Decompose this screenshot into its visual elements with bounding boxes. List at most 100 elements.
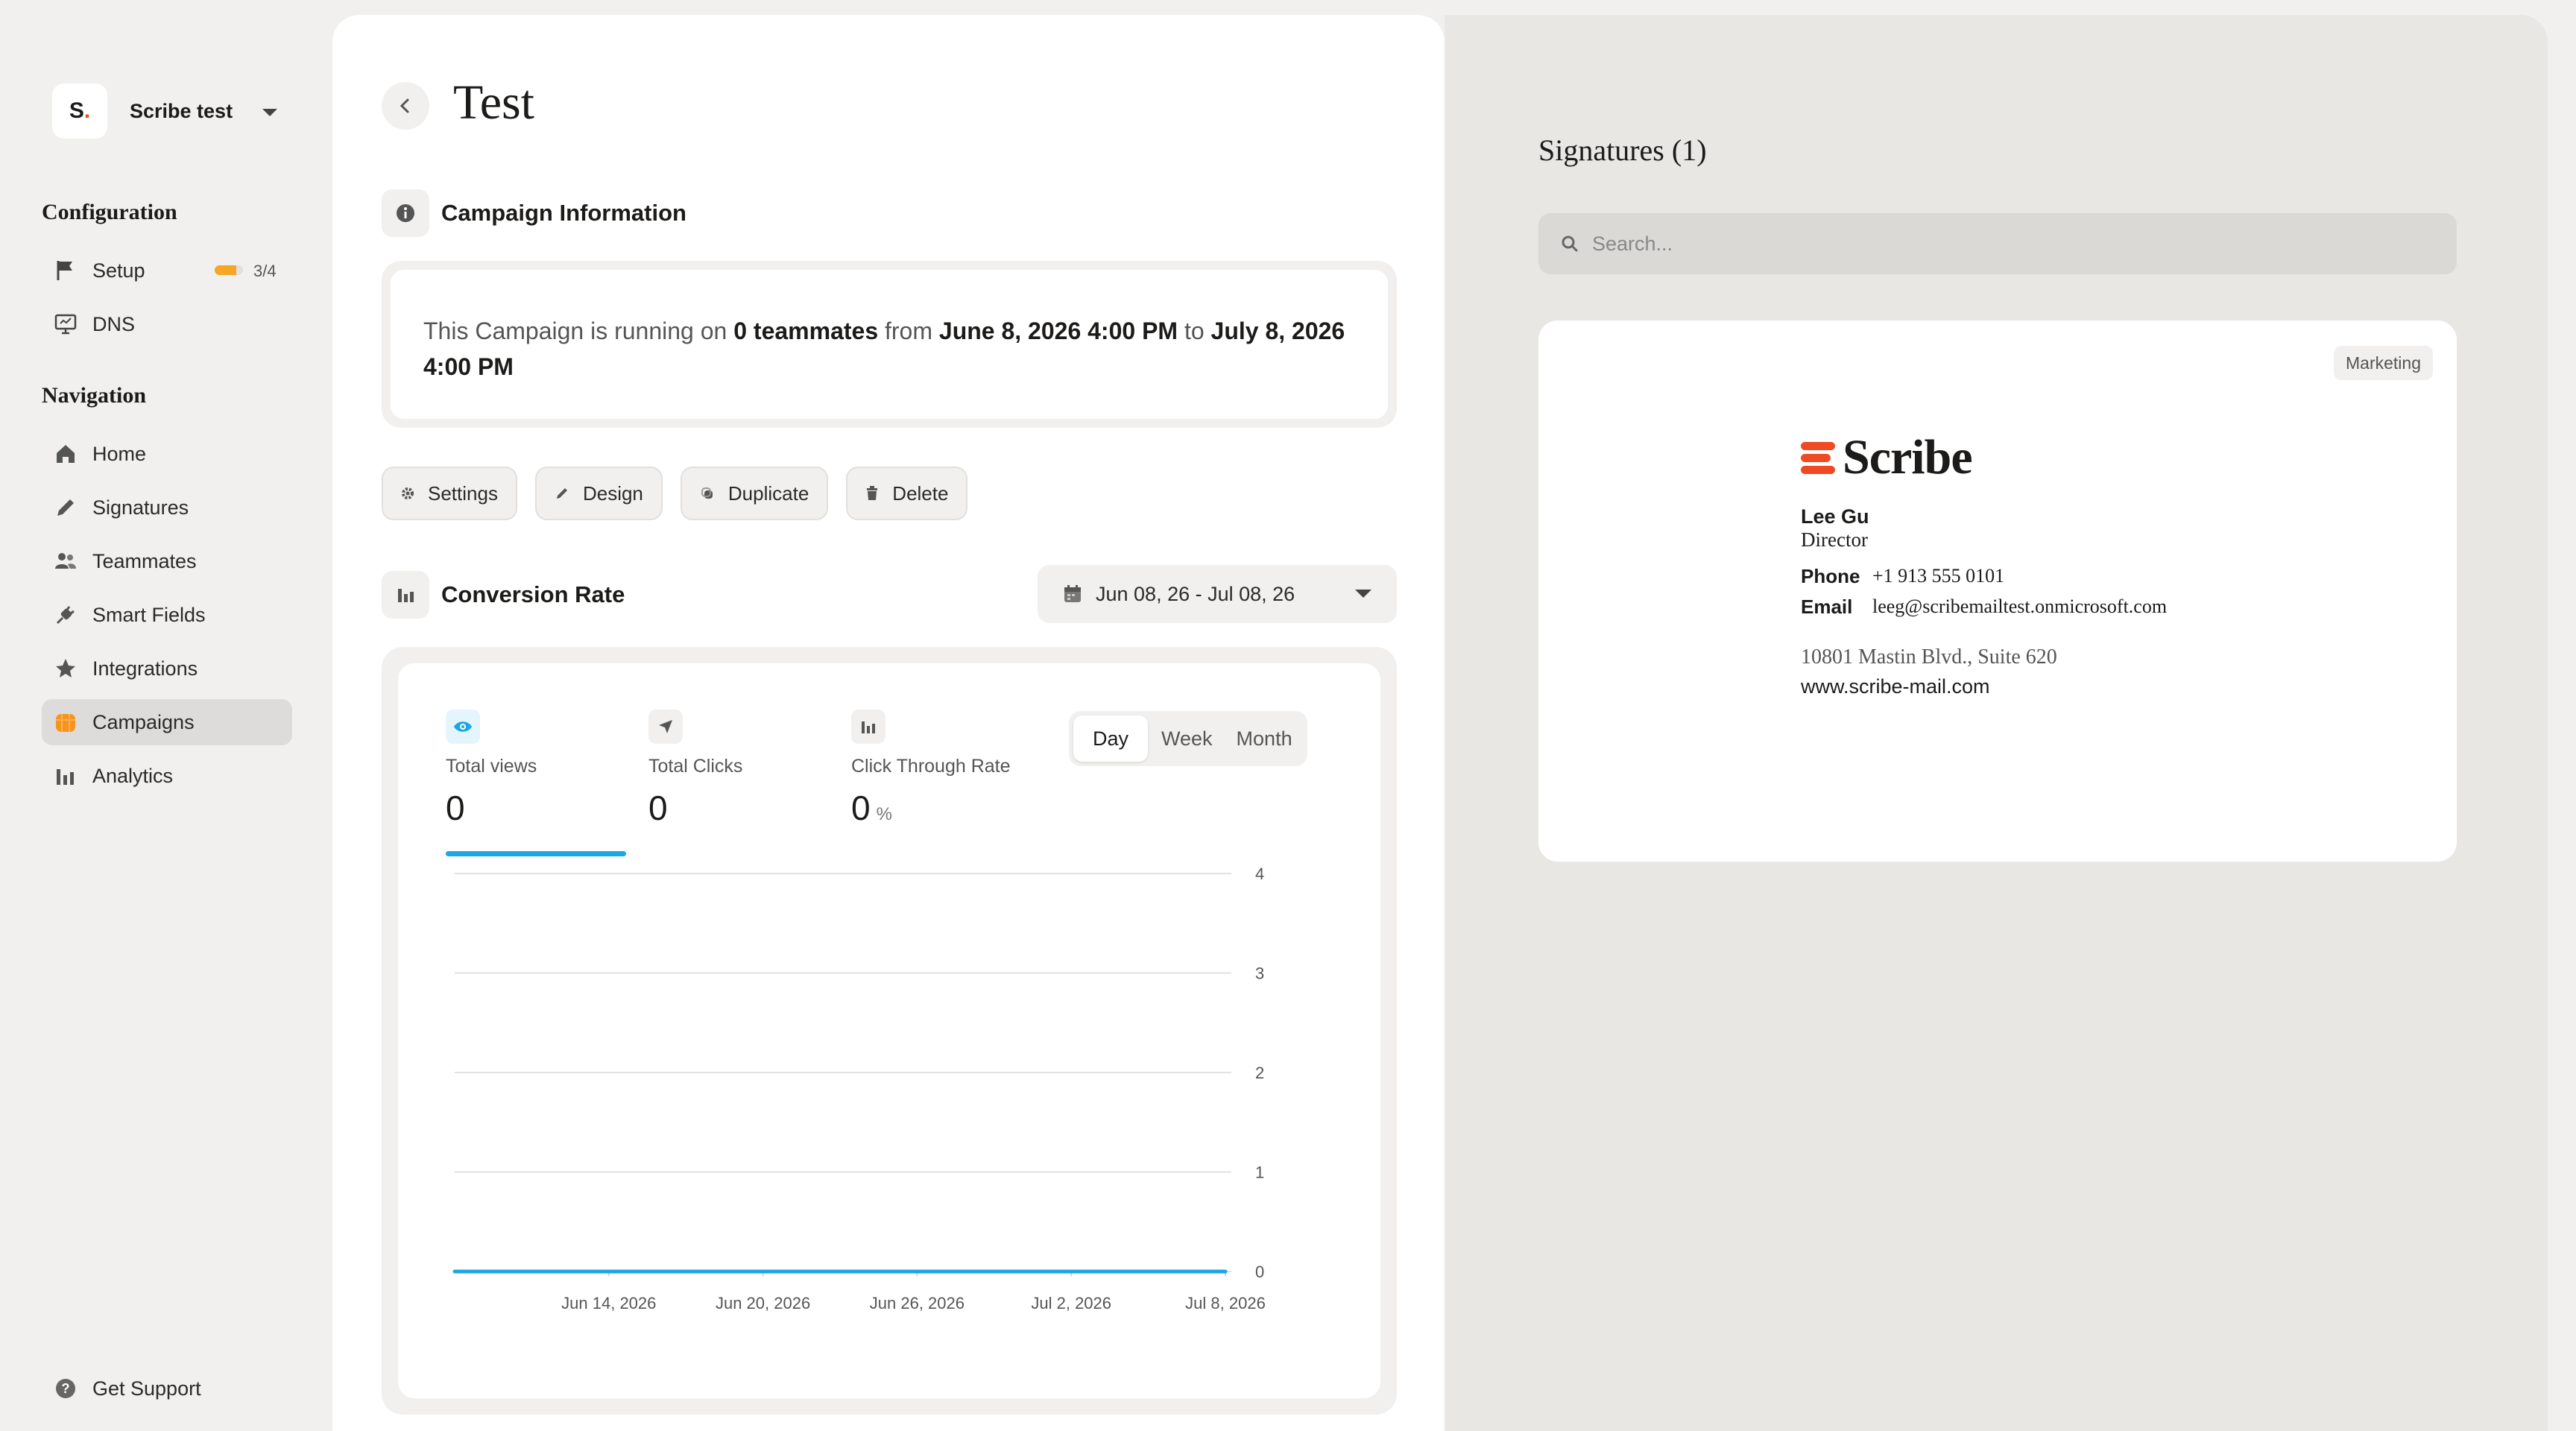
y-tick-label: 2 xyxy=(1255,1064,1264,1082)
campaign-info-box: This Campaign is running on 0 teammates … xyxy=(382,261,1397,428)
brand-logo: Scribe xyxy=(1801,430,2167,484)
info-start-date: June 8, 2026 4:00 PM xyxy=(938,318,1178,344)
x-tick-label: Jul 2, 2026 xyxy=(1031,1294,1111,1312)
signature-role: Director xyxy=(1801,528,1868,551)
sidebar-item-label: Analytics xyxy=(92,764,174,787)
signature-email-row: Email leeg@scribemailtest.onmicrosoft.co… xyxy=(1801,596,2167,619)
trash-icon xyxy=(865,486,879,501)
sidebar-item-label: Teammates xyxy=(92,549,197,572)
signatures-title: Signatures (1) xyxy=(1538,133,1707,167)
setup-progress-text: 3/4 xyxy=(253,262,277,280)
flag-icon xyxy=(54,259,78,282)
gear-icon xyxy=(401,487,414,500)
pencil-icon xyxy=(54,496,78,519)
delete-label: Delete xyxy=(892,481,949,505)
duplicate-label: Duplicate xyxy=(727,481,809,505)
sidebar-item-label: Signatures xyxy=(92,496,189,519)
campaign-icon xyxy=(54,710,78,734)
sidebar-item-label: Smart Fields xyxy=(92,603,206,626)
sidebar-item-label: Campaigns xyxy=(92,710,195,733)
delete-button[interactable]: Delete xyxy=(846,467,968,520)
conversion-chart: 0 1 2 3 4 Jun 14, 2026 Jun 20, 2026 Jun 26, 202… xyxy=(452,865,1266,1312)
setup-progress-bar xyxy=(215,265,243,275)
signatures-panel: Signatures (1) Marketing Scribe Lee Gu D… xyxy=(1445,15,2548,1431)
home-icon xyxy=(54,442,78,466)
configuration-title: Configuration xyxy=(42,200,177,224)
signature-tag-badge: Marketing xyxy=(2334,346,2433,380)
date-range-text: Jun 08, 26 - Jul 08, 26 xyxy=(1096,582,1295,605)
y-tick-label: 0 xyxy=(1255,1263,1264,1281)
signature-card[interactable]: Marketing Scribe Lee Gu Director Phone +… xyxy=(1538,320,2457,862)
calendar-icon xyxy=(1063,584,1082,604)
x-tick-label: Jul 8, 2026 xyxy=(1185,1294,1266,1312)
conversion-rate-title: Conversion Rate xyxy=(441,581,625,607)
y-tick-label: 3 xyxy=(1255,964,1264,983)
duplicate-icon xyxy=(700,486,715,501)
sidebar-item-smart-fields[interactable]: Smart Fields xyxy=(42,592,292,638)
plug-icon xyxy=(54,603,78,627)
date-range-picker[interactable]: Jun 08, 26 - Jul 08, 26 xyxy=(1038,565,1397,623)
settings-button[interactable]: Settings xyxy=(382,467,517,520)
info-from: from xyxy=(878,318,939,344)
signature-preview: Scribe Lee Gu Director Phone +1 913 555 … xyxy=(1801,430,2167,698)
sidebar-item-home[interactable]: Home xyxy=(42,431,292,477)
get-support-link[interactable]: ? Get Support xyxy=(42,1365,292,1412)
sidebar-item-integrations[interactable]: Integrations xyxy=(42,645,292,692)
chevron-left-icon xyxy=(400,98,409,113)
phone-label: Phone xyxy=(1801,565,1860,587)
signature-name: Lee Gu xyxy=(1801,505,1869,528)
campaign-detail-panel: Test Campaign Information This Campaign … xyxy=(332,15,1445,1431)
bar-chart-icon xyxy=(54,764,78,788)
sidebar-item-teammates[interactable]: Teammates xyxy=(42,538,292,584)
workspace-switcher[interactable]: S. Scribe test xyxy=(52,83,291,139)
sidebar-item-label: Setup xyxy=(92,259,145,282)
star-icon xyxy=(54,657,78,680)
signature-phone-row: Phone +1 913 555 0101 xyxy=(1801,565,2167,588)
analytics-card-inner: Total views 0 Total Clicks 0 Click Throu… xyxy=(398,663,1380,1398)
svg-text:?: ? xyxy=(62,1381,70,1396)
back-button[interactable] xyxy=(382,82,429,130)
users-icon xyxy=(54,549,78,573)
settings-label: Settings xyxy=(428,481,498,505)
signature-address: 10801 Mastin Blvd., Suite 620 xyxy=(1801,645,2057,669)
phone-value: +1 913 555 0101 xyxy=(1872,565,2005,587)
bar-chart-icon xyxy=(382,571,429,619)
info-to: to xyxy=(1178,318,1211,344)
analytics-card: Total views 0 Total Clicks 0 Click Throu… xyxy=(382,647,1397,1415)
x-tick-label: Jun 14, 2026 xyxy=(561,1294,656,1312)
x-tick-label: Jun 26, 2026 xyxy=(870,1294,965,1312)
design-button[interactable]: Design xyxy=(534,467,663,520)
y-tick-label: 1 xyxy=(1255,1163,1264,1182)
info-prefix: This Campaign is running on xyxy=(423,318,734,344)
sidebar-item-analytics[interactable]: Analytics xyxy=(42,753,292,799)
chevron-down-icon xyxy=(262,109,277,116)
campaign-info-text: This Campaign is running on 0 teammates … xyxy=(391,270,1388,419)
sidebar-item-label: Home xyxy=(92,442,147,465)
info-icon xyxy=(382,189,429,237)
campaign-info-header: Campaign Information xyxy=(382,189,686,237)
sidebar-item-dns[interactable]: DNS xyxy=(42,301,292,347)
campaign-info-title: Campaign Information xyxy=(441,200,686,226)
duplicate-button[interactable]: Duplicate xyxy=(680,467,829,520)
email-label: Email xyxy=(1801,596,1853,618)
page-title: Test xyxy=(453,75,535,130)
chevron-down-icon xyxy=(1355,590,1371,598)
scribe-logo-icon xyxy=(1801,441,1835,474)
signature-website: www.scribe-mail.com xyxy=(1801,675,1990,698)
setup-progress-fill xyxy=(215,265,236,275)
help-icon: ? xyxy=(54,1377,78,1400)
search-icon xyxy=(1561,235,1579,253)
sidebar-item-campaigns[interactable]: Campaigns xyxy=(42,699,292,745)
design-label: Design xyxy=(582,481,643,505)
email-value: leeg@scribemailtest.onmicrosoft.com xyxy=(1872,596,2168,617)
search-input[interactable] xyxy=(1592,232,2412,256)
conversion-rate-header: Conversion Rate xyxy=(382,571,625,619)
sidebar-item-signatures[interactable]: Signatures xyxy=(42,484,292,531)
logo-dot: . xyxy=(83,98,91,123)
logo-letter: S xyxy=(69,98,84,123)
get-support-label: Get Support xyxy=(92,1377,201,1400)
workspace-name: Scribe test xyxy=(130,99,233,122)
x-tick-label: Jun 20, 2026 xyxy=(716,1294,810,1312)
monitor-icon xyxy=(54,312,78,336)
campaign-actions: Settings Design Duplicate Delete xyxy=(382,467,968,520)
